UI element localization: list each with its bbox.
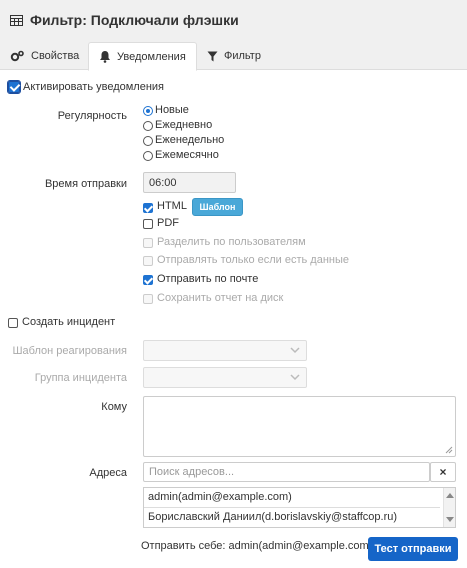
address-search-input[interactable]: Поиск адресов... bbox=[143, 462, 430, 482]
test-send-button[interactable]: Тест отправки bbox=[368, 537, 458, 561]
incident-group-select[interactable] bbox=[143, 367, 307, 388]
split-by-users-label: Разделить по пользователям bbox=[157, 236, 306, 248]
send-time-field[interactable]: 06:00 bbox=[143, 172, 236, 193]
send-only-if-data-checkbox[interactable] bbox=[143, 256, 153, 266]
tab-filter[interactable]: Фильтр bbox=[197, 42, 271, 70]
chevron-down-icon bbox=[290, 347, 300, 354]
save-to-disk-label: Сохранить отчет на диск bbox=[157, 292, 284, 304]
incident-group-label: Группа инцидента bbox=[34, 372, 127, 384]
send-by-mail-checkbox[interactable] bbox=[143, 275, 153, 285]
regularity-option-new: Новые bbox=[155, 104, 189, 116]
split-by-users-checkbox[interactable] bbox=[143, 238, 153, 248]
resize-grip-icon bbox=[445, 446, 453, 454]
create-incident-label: Создать инцидент bbox=[22, 316, 116, 328]
pdf-checkbox[interactable] bbox=[143, 219, 153, 229]
header-bar: Фильтр: Подключали флэшки Свойства Уведо… bbox=[0, 0, 467, 71]
html-checkbox[interactable] bbox=[143, 203, 153, 213]
send-only-if-data-label: Отправлять только если есть данные bbox=[157, 254, 350, 266]
page-title-text: Фильтр: Подключали флэшки bbox=[30, 12, 239, 28]
tab-filter-label: Фильтр bbox=[224, 50, 261, 62]
send-by-mail-label: Отправить по почте bbox=[157, 273, 259, 285]
tab-properties[interactable]: Свойства bbox=[0, 42, 89, 70]
tab-properties-label: Свойства bbox=[31, 50, 80, 62]
pdf-label: PDF bbox=[157, 217, 179, 229]
addresses-label: Адреса bbox=[89, 467, 127, 479]
to-textarea[interactable] bbox=[143, 396, 456, 457]
list-item[interactable]: Бориславский Даниил(d.borislavskiy@staff… bbox=[144, 508, 440, 528]
gears-icon bbox=[10, 50, 24, 62]
address-search-placeholder: Поиск адресов... bbox=[149, 466, 235, 478]
html-label: HTML bbox=[157, 200, 187, 212]
send-time-label: Время отправки bbox=[44, 178, 127, 190]
send-self-label: Отправить себе: admin(admin@example.com) bbox=[141, 540, 373, 552]
send-time-value: 06:00 bbox=[149, 176, 177, 189]
clear-search-button[interactable]: × bbox=[430, 462, 456, 482]
bell-icon bbox=[100, 51, 110, 63]
regularity-radio-weekly[interactable] bbox=[143, 136, 153, 146]
template-button[interactable]: Шаблон bbox=[192, 198, 243, 216]
regularity-option-daily: Ежедневно bbox=[155, 119, 213, 131]
list-item[interactable]: admin(admin@example.com) bbox=[144, 488, 440, 508]
regularity-radio-new[interactable] bbox=[143, 106, 153, 116]
to-label: Кому bbox=[101, 401, 127, 413]
tab-notifications[interactable]: Уведомления bbox=[88, 42, 197, 71]
listbox-scrollbar[interactable] bbox=[443, 488, 455, 527]
activate-notifications-checkbox[interactable] bbox=[7, 80, 21, 94]
regularity-label: Регулярность bbox=[57, 110, 127, 122]
scroll-down-icon[interactable] bbox=[446, 517, 454, 523]
save-to-disk-checkbox[interactable] bbox=[143, 294, 153, 304]
page-title: Фильтр: Подключали флэшки bbox=[10, 12, 239, 28]
create-incident-checkbox[interactable] bbox=[8, 318, 18, 328]
response-template-label: Шаблон реагирования bbox=[12, 345, 127, 357]
response-template-select[interactable] bbox=[143, 340, 307, 361]
regularity-radio-monthly[interactable] bbox=[143, 151, 153, 161]
funnel-icon bbox=[207, 51, 218, 61]
regularity-option-monthly: Ежемесячно bbox=[155, 149, 219, 161]
scroll-up-icon[interactable] bbox=[446, 492, 454, 498]
table-icon bbox=[10, 14, 23, 26]
regularity-radio-daily[interactable] bbox=[143, 121, 153, 131]
activate-notifications-label: Активировать уведомления bbox=[23, 81, 165, 93]
regularity-option-weekly: Еженедельно bbox=[155, 134, 225, 146]
chevron-down-icon bbox=[290, 374, 300, 381]
address-listbox[interactable]: admin(admin@example.com) Бориславский Да… bbox=[143, 487, 456, 528]
tab-notifications-label: Уведомления bbox=[117, 50, 186, 63]
